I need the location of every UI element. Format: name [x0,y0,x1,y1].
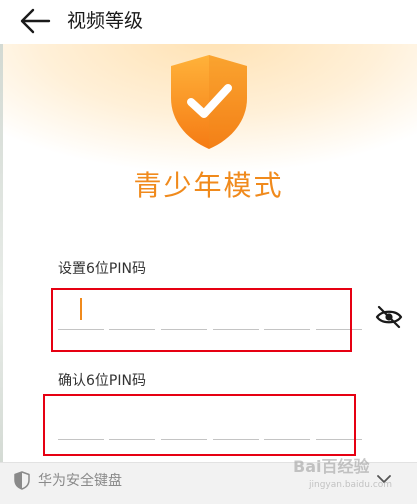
hero-title: 青少年模式 [133,169,284,202]
annotation-box-confirm-pin [43,394,356,456]
eye-off-icon[interactable] [374,304,404,330]
shield-check-icon [171,55,247,149]
shield-icon [14,471,30,490]
secure-keyboard-label: 华为安全键盘 [38,473,122,489]
confirm-pin-label: 确认6位PIN码 [58,373,146,389]
secure-keyboard-bar: 华为安全键盘 [0,462,417,504]
page-title: 视频等级 [67,10,144,32]
app-screen: 视频等级 青少年模式 设置6位PIN码 确认6位PIN码 华为安全键盘 Bai百… [0,0,417,504]
top-bar: 视频等级 [0,0,417,44]
chevron-down-icon[interactable] [376,473,392,485]
set-pin-label: 设置6位PIN码 [58,261,146,277]
annotation-box-set-pin [51,288,352,352]
arrow-left-icon[interactable] [18,6,52,36]
